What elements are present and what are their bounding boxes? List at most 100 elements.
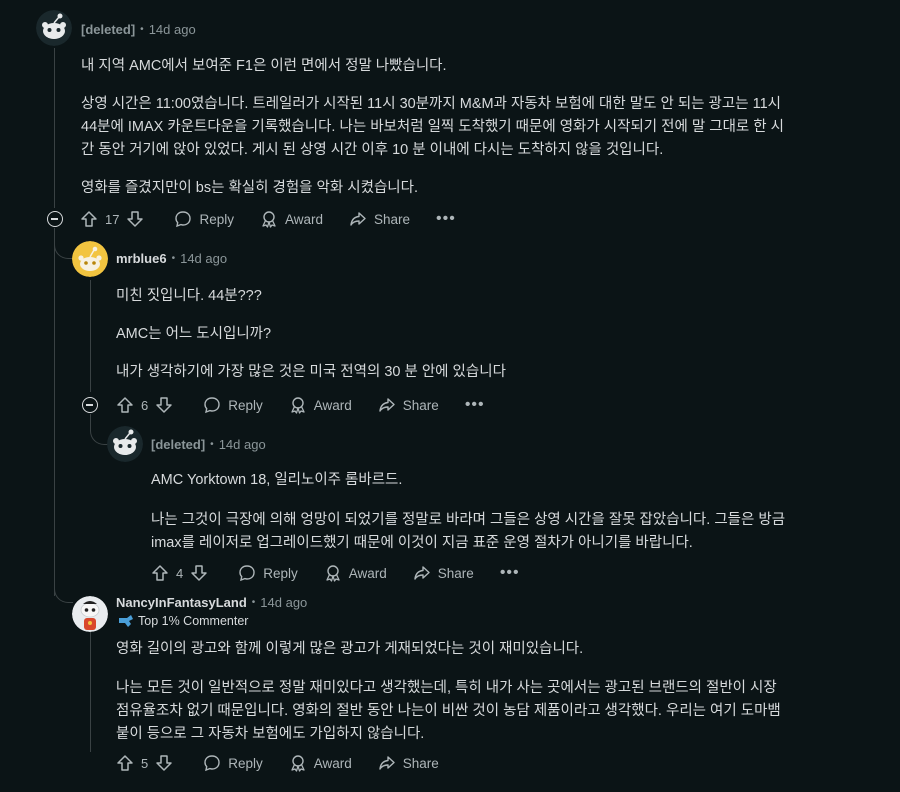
- comment-text: 간 동안 거기에 앉아 있었다. 게시 된 상영 시간 이후 10 분 이내에 …: [81, 142, 664, 158]
- thread-curve: [54, 236, 73, 259]
- vote-count: 4: [176, 565, 184, 581]
- thread-curve: [54, 578, 73, 603]
- comment-text: 미친 짓입니다. 44분???: [116, 288, 262, 304]
- comment-text: 내가 생각하기에 가장 많은 것은 미국 전역의 30 분 안에 있습니다: [116, 364, 506, 380]
- comment-actions: 17 Reply Award Share •••: [80, 207, 482, 231]
- downvote-icon[interactable]: [155, 396, 173, 414]
- comment-age[interactable]: 14d ago: [149, 22, 196, 37]
- snoo-avatar-icon: [72, 596, 108, 632]
- downvote-icon[interactable]: [126, 210, 144, 228]
- award-button[interactable]: Award: [260, 210, 323, 228]
- thread-line-mrblue6: [90, 280, 91, 392]
- share-label: Share: [402, 755, 439, 771]
- award-icon: [326, 565, 340, 582]
- award-icon: [262, 211, 276, 228]
- upvote-icon[interactable]: [80, 210, 98, 228]
- share-button[interactable]: Share: [413, 564, 474, 582]
- comment-meta: NancyInFantasyLand • 14d ago: [116, 595, 307, 610]
- thread-line-root-children: [54, 228, 55, 596]
- comment-age[interactable]: 14d ago: [219, 437, 266, 452]
- reply-label: Reply: [199, 211, 234, 227]
- comment-actions: 4 Reply Award Share •••: [151, 561, 546, 585]
- avatar[interactable]: [72, 241, 108, 277]
- award-label: Award: [348, 565, 387, 581]
- reply-button[interactable]: Reply: [203, 396, 263, 414]
- reply-button[interactable]: Reply: [203, 754, 263, 772]
- award-button[interactable]: Award: [289, 396, 352, 414]
- badge-icon: [119, 615, 133, 627]
- avatar[interactable]: [36, 10, 72, 46]
- badge-label: Top 1% Commenter: [138, 614, 249, 628]
- separator-dot: •: [210, 439, 214, 450]
- comment-actions: 5 Reply Award Share: [116, 751, 465, 775]
- snoo-avatar-icon: [36, 10, 72, 46]
- comment-meta: [deleted] • 14d ago: [81, 22, 196, 37]
- share-arrow-icon: [379, 756, 395, 770]
- comment-age[interactable]: 14d ago: [260, 595, 307, 610]
- comment-text: AMC Yorktown 18, 일리노이주 롬바르드.: [151, 472, 403, 488]
- reply-label: Reply: [228, 755, 263, 771]
- comment-age[interactable]: 14d ago: [180, 251, 227, 266]
- separator-dot: •: [171, 253, 176, 264]
- comment-text: 점유율조차 없기 때문입니다. 영화의 절반 동안 나는이 비싼 것이 농담 제…: [116, 703, 781, 719]
- collapse-icon[interactable]: [47, 211, 63, 227]
- comment-meta: [deleted] • 14d ago: [151, 437, 266, 452]
- comment-text: AMC는 어느 도시입니까?: [116, 326, 272, 342]
- award-button[interactable]: Award: [324, 564, 387, 582]
- share-button[interactable]: Share: [378, 754, 439, 772]
- vote-group: 5: [116, 754, 173, 772]
- comment-thread: [deleted] • 14d ago 내 지역 AMC에서 보여준 F1은 이…: [0, 0, 900, 792]
- award-icon: [291, 397, 305, 414]
- collapse-icon[interactable]: [82, 397, 98, 413]
- share-arrow-icon: [414, 566, 430, 580]
- award-label: Award: [313, 755, 352, 771]
- upvote-icon[interactable]: [116, 754, 134, 772]
- reply-bubble-icon: [239, 565, 255, 582]
- comment-text: 내 지역 AMC에서 보여준 F1은 이런 면에서 정말 나빴습니다.: [81, 58, 447, 74]
- avatar[interactable]: [107, 426, 143, 462]
- comment-text: 나는 모든 것이 일반적으로 정말 재미있다고 생각했는데, 특히 내가 사는 …: [116, 680, 777, 696]
- reply-button[interactable]: Reply: [174, 210, 234, 228]
- share-arrow-icon: [350, 212, 366, 226]
- share-button[interactable]: Share: [349, 210, 410, 228]
- upvote-icon[interactable]: [116, 396, 134, 414]
- award-label: Award: [284, 211, 324, 227]
- share-button[interactable]: Share: [378, 396, 439, 414]
- comment-meta: mrblue6 • 14d ago: [116, 251, 227, 266]
- vote-count: 17: [105, 211, 120, 227]
- comment-text: 나는 그것이 극장에 의해 엉망이 되었기를 정말로 바라며 그들은 상영 시간…: [151, 512, 786, 528]
- comment-author[interactable]: NancyInFantasyLand: [116, 595, 247, 610]
- downvote-icon[interactable]: [155, 754, 173, 772]
- separator-dot: •: [140, 24, 144, 35]
- award-button[interactable]: Award: [289, 754, 352, 772]
- comment-author[interactable]: mrblue6: [116, 251, 167, 266]
- vote-group: 4: [151, 564, 208, 582]
- vote-group: 6: [116, 396, 173, 414]
- upvote-icon[interactable]: [151, 564, 169, 582]
- reply-label: Reply: [263, 565, 298, 581]
- reply-label: Reply: [228, 397, 263, 413]
- comment-author[interactable]: [deleted]: [81, 22, 135, 37]
- commenter-badge[interactable]: Top 1% Commenter: [118, 614, 248, 628]
- downvote-icon[interactable]: [190, 564, 208, 582]
- share-label: Share: [437, 565, 474, 581]
- share-label: Share: [374, 211, 411, 227]
- share-arrow-icon: [379, 398, 395, 412]
- comment-author[interactable]: [deleted]: [151, 437, 205, 452]
- separator-dot: •: [251, 597, 256, 608]
- comment-text: 영화 길이의 광고와 함께 이렇게 많은 광고가 게재되었다는 것이 재미있습니…: [116, 641, 584, 657]
- more-icon[interactable]: •••: [465, 396, 485, 414]
- comment-text: 44분에 IMAX 카운트다운을 기록했습니다. 나는 바보처럼 일찍 도착했기…: [81, 119, 784, 135]
- reply-button[interactable]: Reply: [238, 564, 298, 582]
- more-icon[interactable]: •••: [500, 564, 520, 582]
- snoo-avatar-icon: [72, 241, 108, 277]
- reply-bubble-icon: [204, 755, 220, 772]
- award-icon: [291, 755, 305, 772]
- comment-text: 상영 시간은 11:00였습니다. 트레일러가 시작된 11시 30분까지 M&…: [81, 96, 781, 112]
- vote-count: 6: [141, 397, 149, 413]
- avatar[interactable]: [72, 596, 108, 632]
- comment-text: imax를 레이저로 업그레이드했기 때문에 이것이 지금 표준 운영 절차가 …: [151, 535, 693, 551]
- more-icon[interactable]: •••: [436, 210, 456, 228]
- thread-line-root: [54, 48, 55, 208]
- comment-text: 붙이 등으로 그 자동차 보험에도 가입하지 않습니다.: [116, 726, 425, 742]
